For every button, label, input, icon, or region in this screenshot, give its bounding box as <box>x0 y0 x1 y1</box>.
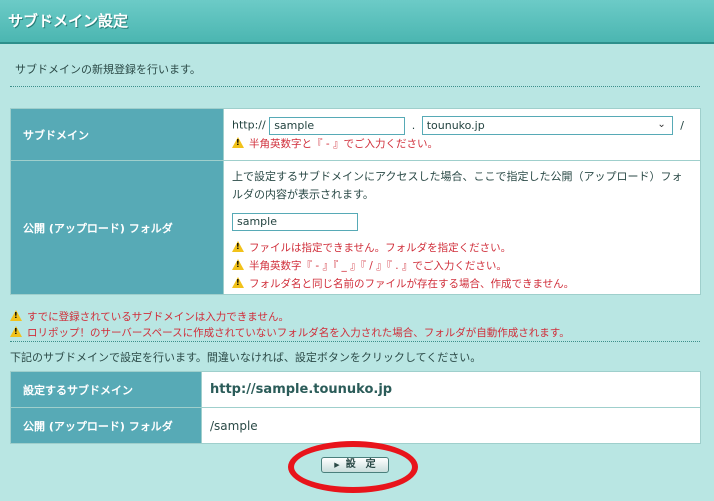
confirm-text: 下記のサブドメインで設定を行います。間違いなければ、設定ボタンをクリックしてくだ… <box>10 351 482 364</box>
warning-triangle-icon <box>232 137 244 148</box>
dot-separator: . <box>411 118 416 132</box>
folder-label: 公開 (アップロード) フォルダ <box>10 160 224 295</box>
dotted-divider <box>10 341 700 342</box>
result-folder-value: /sample <box>201 407 701 444</box>
result-table: 設定するサブドメイン http://sample.tounuko.jp 公開 (… <box>10 371 701 444</box>
result-subdomain-value: http://sample.tounuko.jp <box>201 371 701 408</box>
domain-select-value: tounuko.jp <box>426 119 485 132</box>
domain-select[interactable]: tounuko.jp ⌄ <box>421 116 673 135</box>
notes: すでに登録されているサブドメインは入力できません。 ロリポップ！のサーバースペー… <box>10 309 570 341</box>
folder-warning: 半角英数字『 - 』『 _ 』『 / 』『 . 』でご入力ください。 <box>232 257 690 275</box>
result-folder-row: 公開 (アップロード) フォルダ /sample <box>10 407 701 444</box>
subdomain-form-table: サブドメイン http:// sample . tounuko.jp ⌄ / 半… <box>10 108 701 295</box>
subdomain-warning: 半角英数字と『 - 』でご入力ください。 <box>232 135 700 153</box>
warning-triangle-icon <box>10 310 22 321</box>
warning-triangle-icon <box>10 326 22 337</box>
result-folder-label: 公開 (アップロード) フォルダ <box>10 407 202 444</box>
folder-input[interactable]: sample <box>232 213 358 231</box>
dotted-divider <box>10 86 700 87</box>
note-item: すでに登録されているサブドメインは入力できません。 <box>10 309 570 325</box>
folder-warning: ファイルは指定できません。フォルダを指定ください。 <box>232 239 690 257</box>
warning-triangle-icon <box>232 277 244 288</box>
http-prefix: http:// <box>232 118 266 132</box>
folder-description: 上で設定するサブドメインにアクセスした場合、ここで指定した公開（アップロード）フ… <box>232 170 683 201</box>
folder-row: 公開 (アップロード) フォルダ 上で設定するサブドメインにアクセスした場合、こ… <box>10 160 701 295</box>
slash-suffix: / <box>680 118 684 132</box>
warning-triangle-icon <box>232 241 244 252</box>
note-item: ロリポップ！のサーバースペースに作成されていないフォルダ名を入力された場合、フォ… <box>10 325 570 341</box>
subdomain-input[interactable]: sample <box>269 116 406 135</box>
highlight-circle <box>288 441 418 493</box>
chevron-down-icon: ⌄ <box>657 119 666 130</box>
intro-text: サブドメインの新規登録を行います。 <box>15 63 201 76</box>
subdomain-label: サブドメイン <box>10 108 224 161</box>
page-title: サブドメイン設定 <box>8 12 129 30</box>
result-subdomain-label: 設定するサブドメイン <box>10 371 202 408</box>
subdomain-row: サブドメイン http:// sample . tounuko.jp ⌄ / 半… <box>10 108 701 161</box>
folder-warning: フォルダ名と同じ名前のファイルが存在する場合、作成できません。 <box>232 275 690 293</box>
page-header: サブドメイン設定 <box>0 0 714 44</box>
result-subdomain-row: 設定するサブドメイン http://sample.tounuko.jp <box>10 371 701 408</box>
warning-triangle-icon <box>232 259 244 270</box>
